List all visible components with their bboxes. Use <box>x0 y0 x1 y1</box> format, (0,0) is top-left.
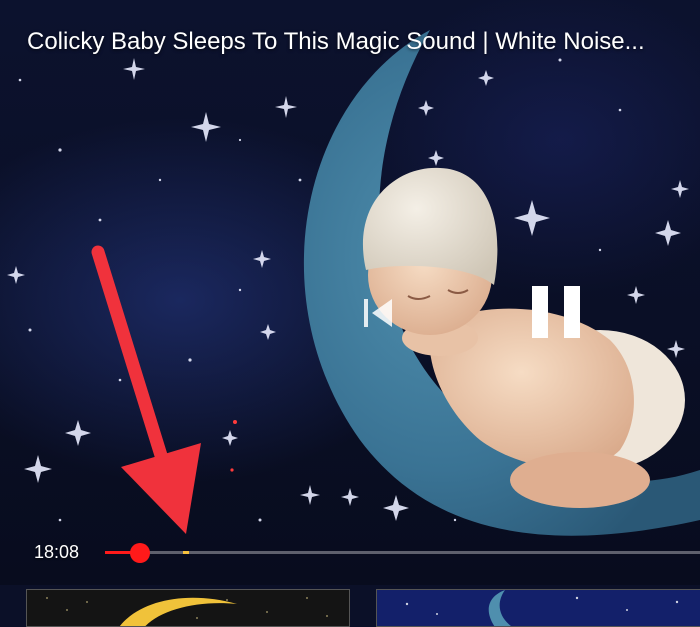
blue-moon-thumbnail <box>377 590 700 626</box>
recommended-video-thumbnail[interactable] <box>26 589 350 627</box>
video-frame-image <box>7 30 700 536</box>
ad-marker <box>183 551 189 554</box>
video-title: Colicky Baby Sleeps To This Magic Sound … <box>27 28 645 55</box>
progress-bar[interactable] <box>105 551 700 554</box>
previous-icon <box>364 299 392 327</box>
video-player[interactable]: Colicky Baby Sleeps To This Magic Sound … <box>0 0 700 585</box>
scrubber-handle[interactable] <box>130 543 150 563</box>
current-time: 18:08 <box>34 542 80 562</box>
recommended-video-thumbnail[interactable] <box>376 589 700 627</box>
red-dot <box>230 468 234 472</box>
pause-button[interactable] <box>526 280 586 344</box>
previous-button[interactable] <box>360 295 398 331</box>
moon-night-thumbnail <box>27 590 349 626</box>
red-dot <box>233 420 237 424</box>
